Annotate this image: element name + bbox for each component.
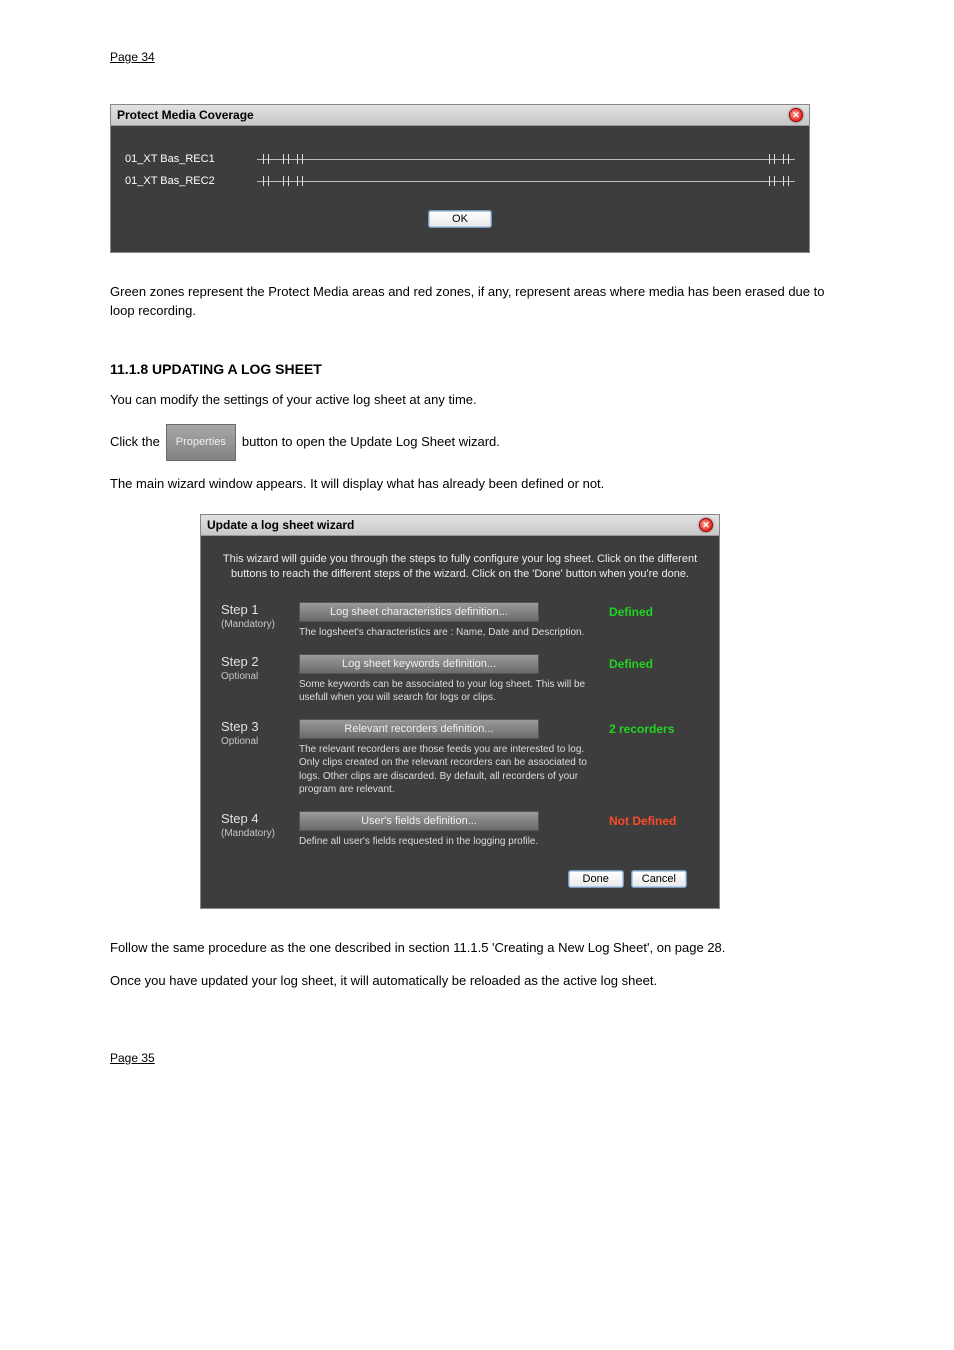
step-status: Defined [609,602,699,640]
dialog-titlebar: Update a log sheet wizard ✕ [201,515,719,536]
recorder-label: 01_XT Bas_REC2 [125,175,245,187]
paragraph: Green zones represent the Protect Media … [110,283,844,321]
paragraph: The main wizard window appears. It will … [110,475,844,494]
step-name: Step 1 [221,602,285,617]
properties-button[interactable]: Properties [166,424,236,462]
step-requirement: Optional [221,671,285,682]
step-description: The relevant recorders are those feeds y… [299,743,595,797]
step-description: Some keywords can be associated to your … [299,678,595,705]
step-requirement: (Mandatory) [221,828,285,839]
wizard-intro: This wizard will guide you through the s… [221,552,699,582]
text-run: button to open the Update Log Sheet wiza… [242,433,500,452]
close-icon[interactable]: ✕ [789,108,803,122]
timeline [257,174,795,188]
step-button[interactable]: User's fields definition... [299,811,539,831]
timeline [257,152,795,166]
done-button[interactable]: Done [568,870,624,888]
dialog-titlebar: Protect Media Coverage ✕ [111,105,809,126]
step-status: Not Defined [609,811,699,849]
step-name: Step 3 [221,719,285,734]
step-description: Define all user's fields requested in th… [299,835,595,849]
step-button[interactable]: Relevant recorders definition... [299,719,539,739]
protect-media-dialog: Protect Media Coverage ✕ 01_XT Bas_REC1 … [110,104,810,253]
step-name: Step 4 [221,811,285,826]
step-requirement: (Mandatory) [221,619,285,630]
step-button[interactable]: Log sheet keywords definition... [299,654,539,674]
step-description: The logsheet's characteristics are : Nam… [299,626,595,640]
step-status: Defined [609,654,699,705]
paragraph: You can modify the settings of your acti… [110,391,844,410]
paragraph: Once you have updated your log sheet, it… [110,972,844,991]
cancel-button[interactable]: Cancel [631,870,687,888]
close-icon[interactable]: ✕ [699,518,713,532]
media-row: 01_XT Bas_REC1 [125,152,795,166]
step-name: Step 2 [221,654,285,669]
dialog-title: Update a log sheet wizard [207,518,354,532]
section-heading: 11.1.8 UPDATING A LOG SHEET [110,361,844,377]
step-button[interactable]: Log sheet characteristics definition... [299,602,539,622]
update-logsheet-wizard-dialog: Update a log sheet wizard ✕ This wizard … [200,514,720,909]
step-status: 2 recorders [609,719,699,797]
step-requirement: Optional [221,736,285,747]
page-number-top: Page 34 [110,50,844,64]
wizard-step: Step 3 Optional Relevant recorders defin… [221,719,699,797]
media-row: 01_XT Bas_REC2 [125,174,795,188]
recorder-label: 01_XT Bas_REC1 [125,153,245,165]
paragraph: Follow the same procedure as the one des… [110,939,844,958]
wizard-step: Step 4 (Mandatory) User's fields definit… [221,811,699,849]
wizard-step: Step 1 (Mandatory) Log sheet characteris… [221,602,699,640]
paragraph: Click the Properties button to open the … [110,424,844,462]
text-run: Click the [110,433,160,452]
ok-button[interactable]: OK [428,210,492,228]
dialog-title: Protect Media Coverage [117,108,254,122]
page-number-bottom: Page 35 [110,1051,844,1065]
wizard-step: Step 2 Optional Log sheet keywords defin… [221,654,699,705]
